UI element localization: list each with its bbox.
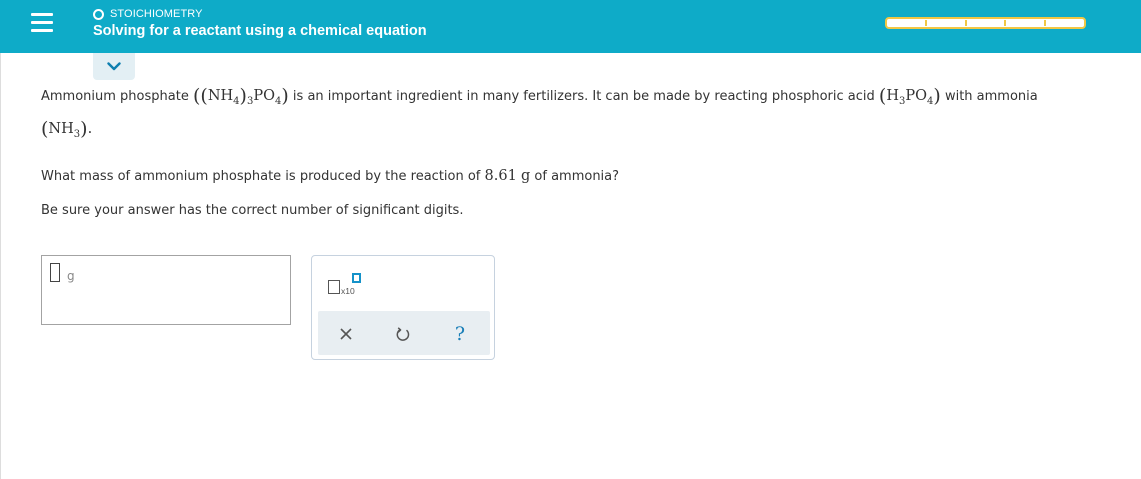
answer-unit: g: [67, 269, 75, 283]
question-line-1: Ammonium phosphate ((NH4)3PO4) is an imp…: [41, 85, 1038, 107]
question-text: with ammonia: [944, 89, 1038, 104]
mass-unit: g: [520, 168, 531, 184]
undo-icon: [396, 327, 410, 341]
collapse-button[interactable]: [93, 53, 135, 80]
sig-figs-instruction: Be sure your answer has the correct numb…: [41, 203, 464, 218]
progress-segment: [1006, 20, 1046, 26]
sci-notation-label: x10: [341, 286, 355, 296]
question-line-2: (NH3).: [41, 118, 92, 140]
help-button[interactable]: ?: [449, 323, 471, 345]
page-title: Solving for a reactant using a chemical …: [93, 23, 427, 39]
hamburger-icon-line: [31, 13, 53, 16]
progress-segment: [966, 20, 1007, 26]
clear-button[interactable]: [335, 323, 357, 345]
question-text: of ammonia?: [534, 169, 620, 184]
question-text: Ammonium phosphate: [41, 89, 189, 104]
top-bar: STOICHIOMETRY Solving for a reactant usi…: [0, 0, 1141, 53]
answer-input[interactable]: [50, 263, 60, 282]
topic-row: STOICHIOMETRY: [93, 7, 203, 21]
undo-button[interactable]: [392, 323, 414, 345]
mass-value: 8.61: [484, 168, 517, 184]
question-text: is an important ingredient in many ferti…: [292, 89, 875, 104]
exponent-box-icon: [352, 273, 361, 283]
topic-label: STOICHIOMETRY: [110, 8, 203, 20]
hamburger-icon-line: [31, 21, 53, 24]
left-divider: [0, 53, 1, 479]
tool-bar: ?: [318, 311, 490, 355]
formula-phosphoric-acid: (H3PO4): [878, 85, 941, 107]
progress-bar: [885, 17, 1086, 29]
progress-segment: [1045, 20, 1084, 26]
scientific-notation-button[interactable]: x10: [328, 272, 364, 300]
base-box-icon: [328, 280, 340, 294]
question-text: What mass of ammonium phosphate is produ…: [41, 169, 481, 184]
tool-panel: x10 ?: [311, 255, 495, 360]
menu-button[interactable]: [29, 9, 57, 37]
answer-box: g: [41, 255, 291, 325]
x-icon: [340, 328, 352, 340]
topic-circle-icon: [93, 8, 104, 20]
formula-ammonia: (NH3).: [41, 118, 93, 140]
chevron-down-icon: [107, 62, 121, 71]
question-line-3: What mass of ammonium phosphate is produ…: [41, 168, 619, 184]
progress-segment: [888, 20, 928, 26]
hamburger-icon-line: [31, 29, 53, 32]
progress-segment: [927, 20, 967, 26]
formula-ammonium-phosphate: ((NH4)3PO4): [192, 85, 289, 107]
